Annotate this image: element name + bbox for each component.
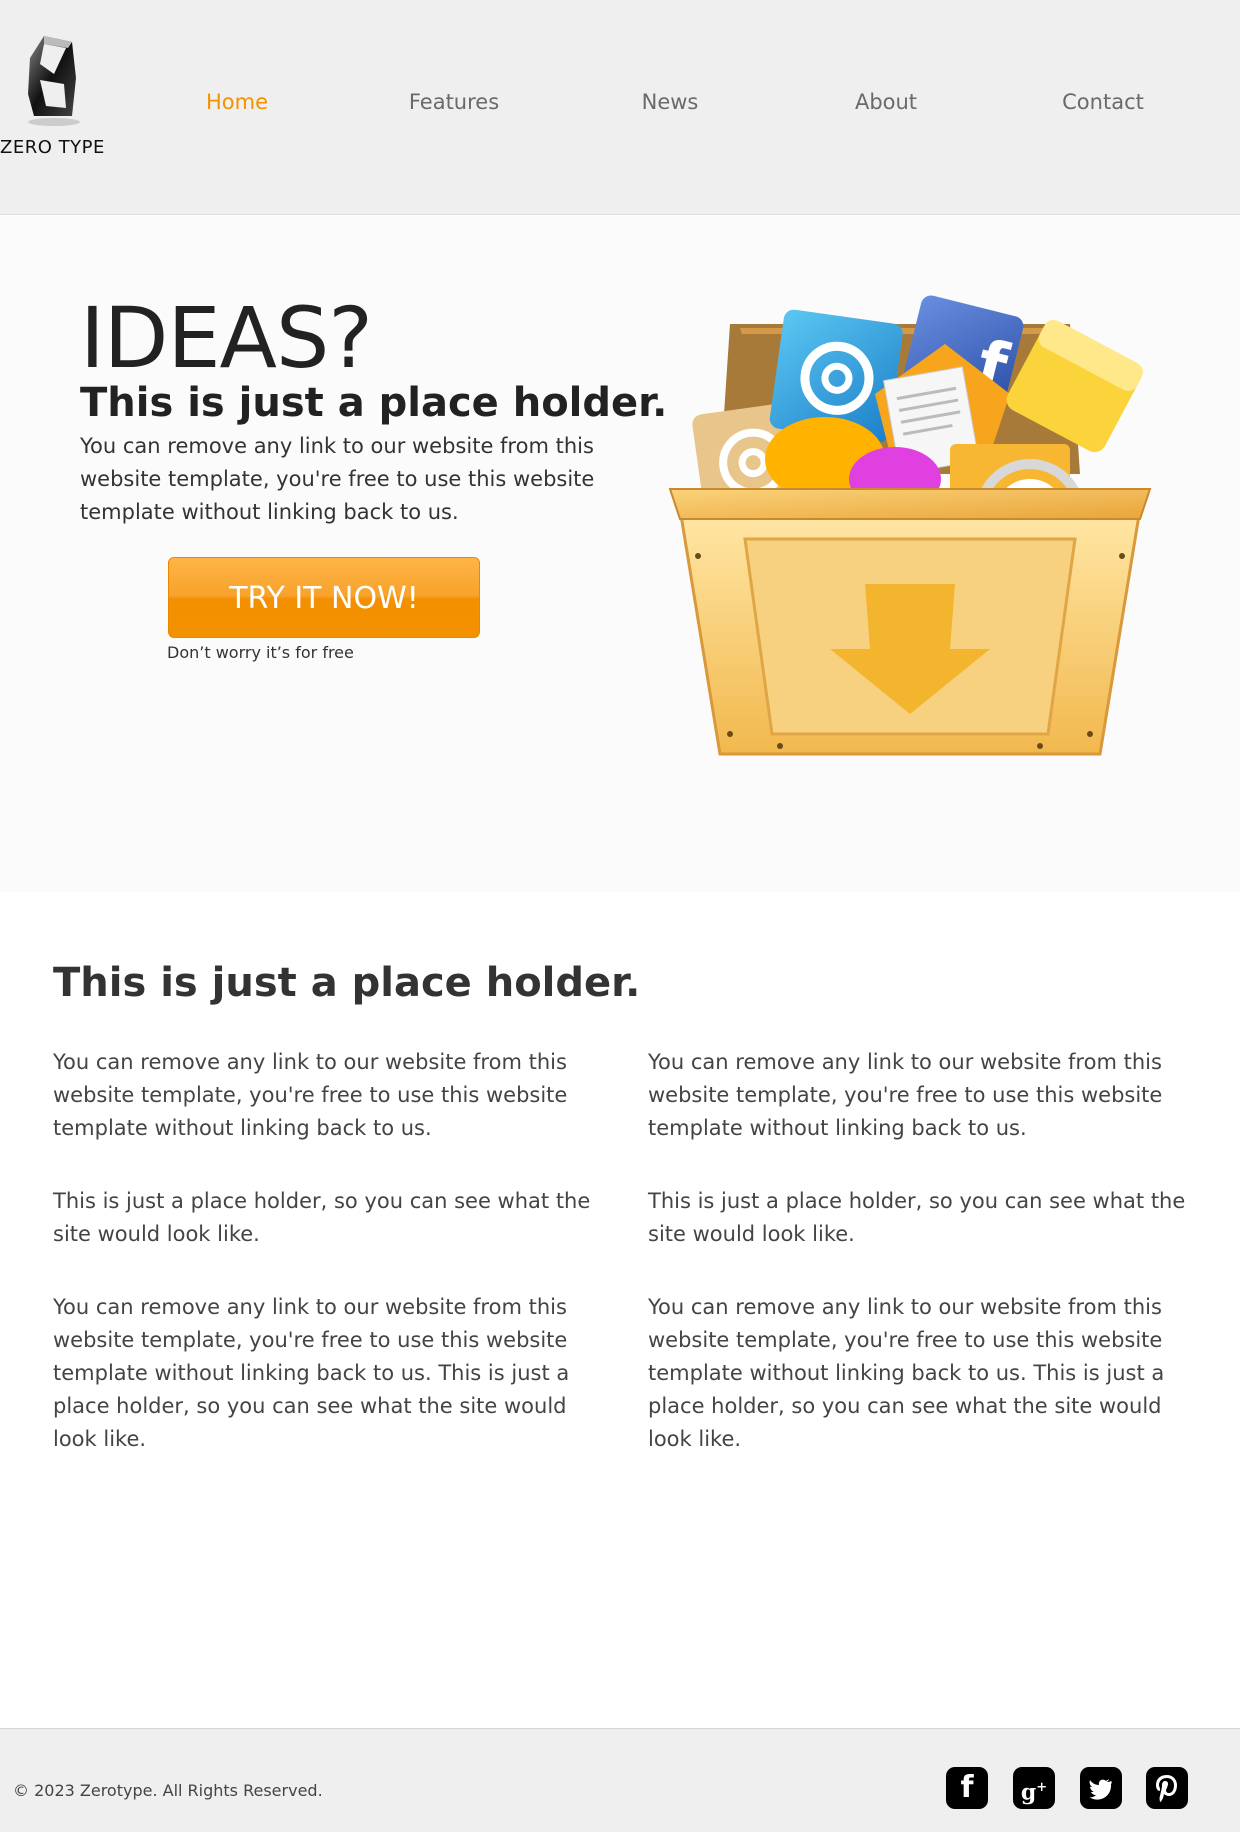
site-footer: © 2023 Zerotype. All Rights Reserved. f … bbox=[0, 1728, 1240, 1832]
nav-contact[interactable]: Contact bbox=[1023, 90, 1183, 114]
facebook-icon[interactable]: f bbox=[946, 1767, 988, 1809]
try-it-now-button[interactable]: TRY IT NOW! bbox=[168, 557, 480, 638]
twitter-bird-icon bbox=[1089, 1779, 1112, 1800]
twitter-icon[interactable] bbox=[1080, 1767, 1122, 1809]
download-crate-icon: f bbox=[668, 295, 1152, 756]
paragraph: You can remove any link to our website f… bbox=[648, 1295, 1165, 1451]
hero-title: IDEAS? bbox=[80, 289, 373, 387]
nav-news[interactable]: News bbox=[590, 90, 750, 114]
nav-about[interactable]: About bbox=[806, 90, 966, 114]
google-plus-icon[interactable]: g+ bbox=[1013, 1767, 1055, 1809]
pinterest-icon[interactable] bbox=[1146, 1767, 1188, 1809]
hero-description: You can remove any link to our website f… bbox=[80, 434, 595, 524]
hero-subtitle: This is just a place holder. bbox=[80, 380, 668, 426]
nav-features[interactable]: Features bbox=[374, 90, 534, 114]
hero-section: IDEAS? This is just a place holder. You … bbox=[0, 216, 1240, 892]
content-column-right: You can remove any link to our website f… bbox=[648, 1046, 1193, 1496]
pinterest-p-icon bbox=[1156, 1775, 1177, 1802]
copyright: © 2023 Zerotype. All Rights Reserved. bbox=[13, 1781, 323, 1800]
paragraph: You can remove any link to our website f… bbox=[53, 1050, 568, 1140]
nav-home[interactable]: Home bbox=[157, 90, 317, 114]
paragraph: You can remove any link to our website f… bbox=[648, 1050, 1163, 1140]
site-header: ZERO TYPE Home Features News About Conta… bbox=[0, 0, 1240, 215]
content-column-left: You can remove any link to our website f… bbox=[53, 1046, 598, 1496]
main-nav: Home Features News About Contact bbox=[0, 90, 1240, 120]
paragraph: This is just a place holder, so you can … bbox=[53, 1189, 591, 1246]
cta-note: Don’t worry it’s for free bbox=[167, 643, 354, 662]
paragraph: You can remove any link to our website f… bbox=[53, 1295, 570, 1451]
brand-name: ZERO TYPE bbox=[0, 137, 105, 158]
paragraph: This is just a place holder, so you can … bbox=[648, 1189, 1186, 1246]
content-heading: This is just a place holder. bbox=[53, 960, 641, 1006]
